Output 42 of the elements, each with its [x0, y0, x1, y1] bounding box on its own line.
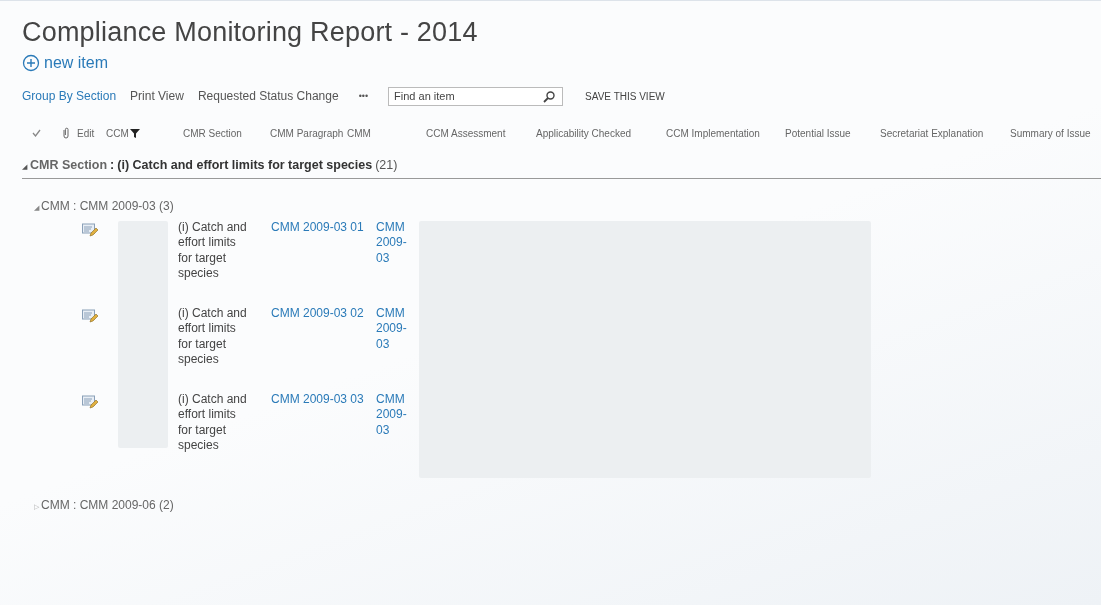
column-header[interactable]: CCM: [106, 127, 129, 139]
subgroup-label: CMM : CMM 2009-03 (3): [41, 199, 174, 213]
filter-icon: [129, 128, 140, 138]
column-header[interactable]: CCM Assessment: [426, 127, 506, 139]
edit-icon[interactable]: [82, 395, 98, 409]
group-separator: :: [110, 158, 115, 172]
view-tab[interactable]: Print View: [130, 89, 184, 103]
table-cell-text: (i) Catch and effort limits for target species: [178, 306, 248, 369]
plus-circle-icon: [22, 54, 40, 72]
view-tab[interactable]: Requested Status Change: [197, 89, 339, 103]
paperclip-icon: [62, 127, 70, 139]
column-header[interactable]: CMR Section: [183, 127, 242, 139]
group-label: CMR Section: [30, 158, 108, 172]
paragraph-link[interactable]: CMM 2009-03 01: [271, 220, 376, 306]
save-view-link[interactable]: SAVE THIS VIEW: [585, 90, 665, 102]
paragraph-link[interactable]: CMM 2009-03 03: [271, 392, 376, 478]
table-cell-text: (i) Catch and effort limits for target species: [178, 220, 248, 283]
group-value: (i) Catch and effort limits for target species: [117, 158, 373, 172]
page-title: Compliance Monitoring Report - 2014: [22, 17, 479, 48]
edit-icon[interactable]: [82, 223, 98, 237]
column-header[interactable]: CMM Paragraph: [270, 127, 344, 139]
column-header[interactable]: CCM Implementation: [666, 127, 760, 139]
column-header[interactable]: Applicability Checked: [536, 127, 632, 139]
table-cell-text: (i) Catch and effort limits for target species: [178, 392, 248, 455]
cmm-link[interactable]: CMM 2009-03: [376, 220, 414, 306]
subgroup-label: CMM : CMM 2009-06 (2): [41, 498, 174, 512]
search-icon: [543, 90, 556, 103]
edit-icon[interactable]: [82, 309, 98, 323]
group-count: (21): [375, 158, 398, 172]
column-header[interactable]: Edit: [77, 127, 95, 139]
checkmark-icon[interactable]: [32, 129, 41, 137]
column-header[interactable]: Secretariat Explanation: [880, 127, 984, 139]
column-header[interactable]: Potential Issue: [785, 127, 851, 139]
new-item-link[interactable]: new item: [22, 54, 109, 72]
column-header[interactable]: Summary of Issue: [1010, 127, 1091, 139]
cmm-link[interactable]: CMM 2009-03: [376, 392, 414, 478]
cmm-link[interactable]: CMM 2009-03: [376, 306, 414, 392]
paragraph-link[interactable]: CMM 2009-03 02: [271, 306, 376, 392]
more-button[interactable]: •••: [358, 91, 369, 101]
column-header[interactable]: CMM: [347, 127, 371, 139]
view-tab[interactable]: Group By Section: [22, 89, 117, 103]
search-field[interactable]: Find an item: [388, 86, 564, 106]
